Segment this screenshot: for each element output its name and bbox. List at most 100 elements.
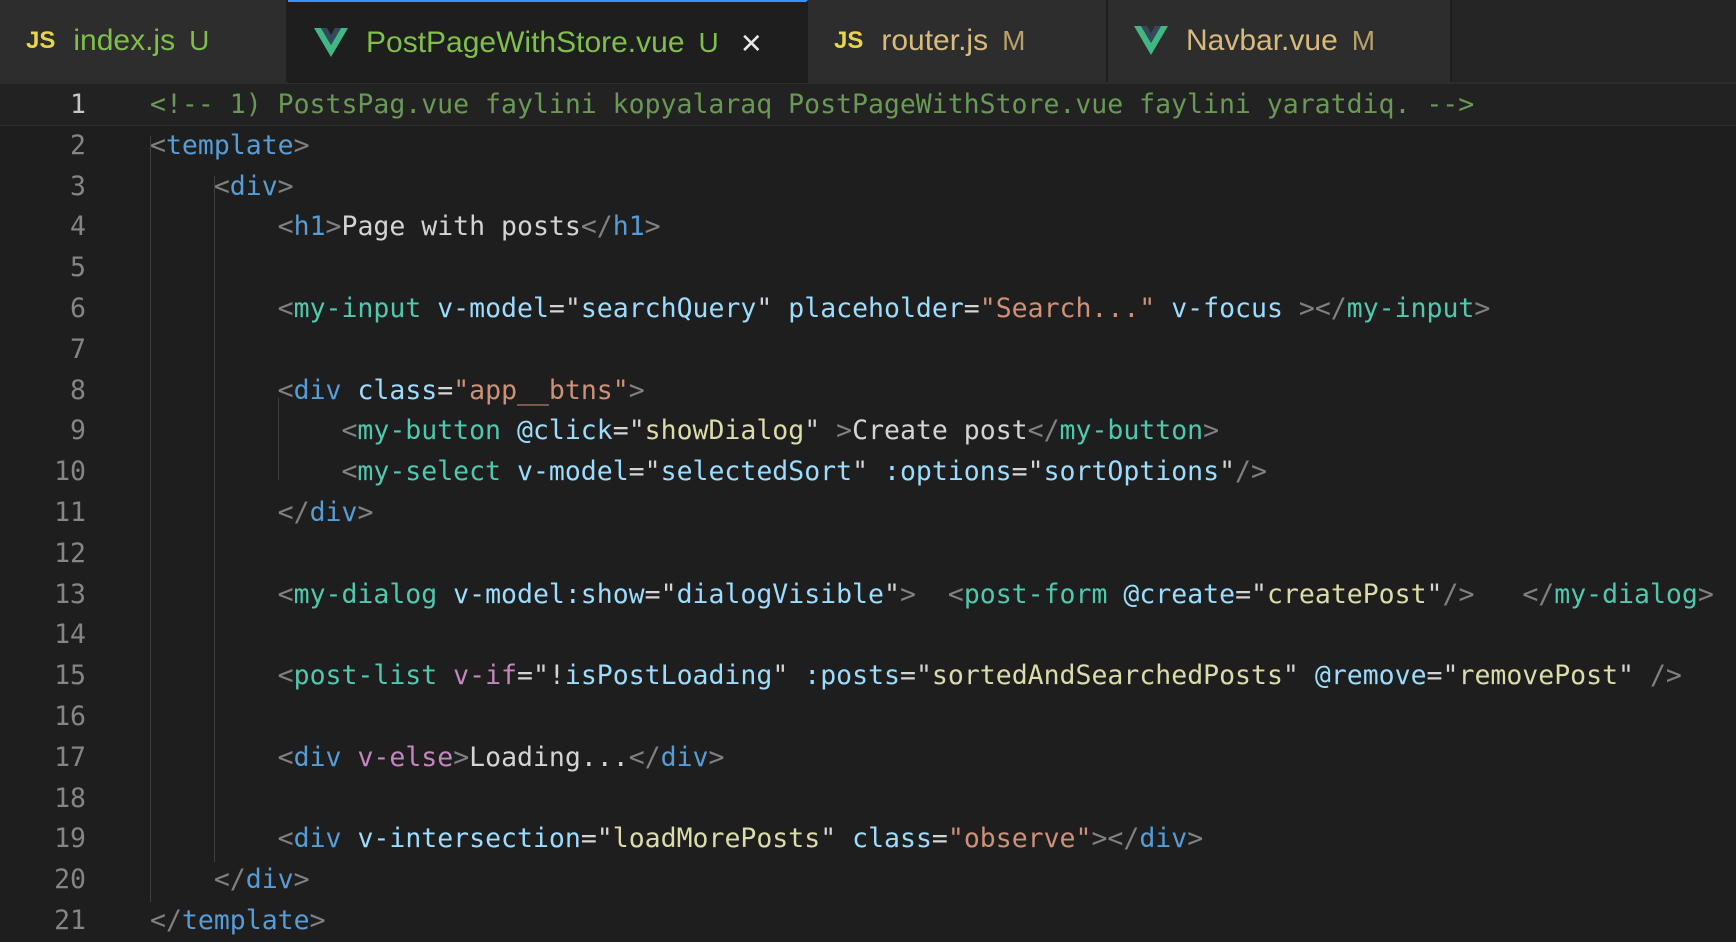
line-number: 16 (54, 701, 86, 732)
code-line[interactable]: 19 <div v-intersection="loadMorePosts" c… (0, 818, 1736, 859)
code-token: " (756, 293, 773, 324)
code-line[interactable]: 9 <my-button @click="showDialog" >Create… (0, 410, 1736, 451)
code-line[interactable]: 17 <div v-else>Loading...</div> (0, 737, 1736, 778)
code-token: showDialog (644, 415, 805, 447)
code-line[interactable]: 13 <my-dialog v-model:show="dialogVisibl… (0, 574, 1736, 615)
code-line[interactable]: 8 <div class="app__btns"> (0, 370, 1736, 411)
code-token: template (181, 905, 310, 936)
code-line[interactable]: 4 <h1>Page with posts</h1> (0, 206, 1736, 247)
code-token: ></ (1091, 823, 1140, 855)
code-token: > (453, 741, 470, 773)
vue-file-icon (314, 28, 348, 58)
code-token: @click (516, 415, 613, 447)
code-token: " (1282, 660, 1299, 692)
code-token: my-dialog (1554, 578, 1698, 610)
code-token: > (277, 170, 294, 202)
code-line[interactable]: 21 </template> (0, 900, 1736, 941)
code-line[interactable]: 12 (0, 533, 1736, 574)
code-token: " (883, 578, 900, 610)
tab-navbar-vue[interactable]: Navbar.vue M (1108, 0, 1452, 82)
code-line[interactable]: 3 <div> (0, 166, 1736, 207)
code-token: /> (1442, 578, 1475, 610)
code-token: v-model (516, 456, 629, 488)
code-token: "! (532, 660, 565, 692)
tab-postpagewithstore-vue[interactable]: PostPageWithStore.vue U × (288, 0, 808, 84)
line-number: 9 (70, 415, 86, 447)
code-token: " (628, 415, 645, 447)
code-line[interactable]: 10 <my-select v-model="selectedSort" :op… (0, 451, 1736, 492)
code-text: <div v-else>Loading...</div> (150, 737, 725, 778)
code-token: h1 (293, 211, 326, 243)
code-line[interactable]: 11 </div> (0, 492, 1736, 533)
code-editor[interactable]: 1 <!-- 1) PostsPag.vue faylini kopyalaraq… (0, 83, 1736, 942)
code-text: <template> (150, 125, 310, 166)
code-token: </ (1522, 578, 1555, 610)
line-number: 6 (70, 293, 86, 324)
code-token: div (293, 741, 342, 773)
code-text: <h1>Page with posts</h1> (150, 206, 661, 247)
code-token: " (852, 456, 869, 488)
code-token: " (772, 660, 789, 692)
code-token: my-button (1059, 415, 1204, 447)
code-token: selectedSort (660, 456, 853, 488)
code-line[interactable]: 7 (0, 329, 1736, 370)
code-token: = (580, 823, 597, 855)
code-line[interactable]: 1 <!-- 1) PostsPag.vue faylini kopyalaraq… (0, 83, 1736, 126)
code-token: > (628, 374, 645, 406)
code-text: </template> (150, 900, 326, 941)
code-token: " (564, 293, 581, 324)
code-token: > (309, 905, 326, 936)
code-line[interactable]: 18 (0, 778, 1736, 819)
code-line[interactable]: 15 <post-list v-if="!isPostLoading" :pos… (0, 655, 1736, 696)
code-token: < (277, 823, 294, 855)
code-line[interactable]: 20 </div> (0, 859, 1736, 900)
code-token: < (277, 374, 294, 406)
tab-router-js[interactable]: JS router.js M (808, 0, 1108, 82)
code-token: /> (1649, 660, 1682, 692)
code-token: " (1426, 578, 1443, 610)
code-token: my-dialog (293, 578, 438, 610)
code-text: <div> (150, 166, 294, 207)
code-text: <my-button @click="showDialog" >Create p… (150, 410, 1219, 451)
code-token: div (229, 170, 278, 202)
code-token: < (150, 129, 166, 161)
code-token: div (660, 741, 709, 773)
line-number: 18 (54, 782, 86, 814)
code-token: = (963, 293, 980, 324)
code-token: post-list (293, 660, 438, 692)
code-token: = (437, 374, 454, 406)
code-token: > (836, 415, 853, 447)
code-token: div (245, 864, 294, 896)
code-line[interactable]: 2 <template> (0, 125, 1736, 166)
code-token: div (293, 823, 342, 855)
code-line[interactable]: 6 <my-input v-model="searchQuery" placeh… (0, 288, 1736, 329)
code-token: class (357, 374, 438, 406)
code-token: </ (213, 864, 246, 896)
code-token: </ (150, 905, 182, 936)
tab-index-js[interactable]: JS index.js U (0, 0, 288, 82)
close-icon[interactable]: × (741, 25, 762, 61)
vue-file-icon (1134, 26, 1168, 56)
code-token: loadMorePosts (612, 823, 821, 855)
line-number: 15 (54, 660, 86, 692)
code-token: @create (1123, 578, 1236, 610)
code-line[interactable]: 5 (0, 247, 1736, 288)
code-line[interactable]: 16 (0, 696, 1736, 737)
code-line[interactable]: 14 (0, 614, 1736, 655)
code-token: dialogVisible (676, 578, 884, 610)
git-status-badge: M (1351, 25, 1376, 56)
code-token: = (628, 456, 645, 488)
code-token: < (341, 415, 358, 447)
line-number: 20 (54, 864, 86, 896)
